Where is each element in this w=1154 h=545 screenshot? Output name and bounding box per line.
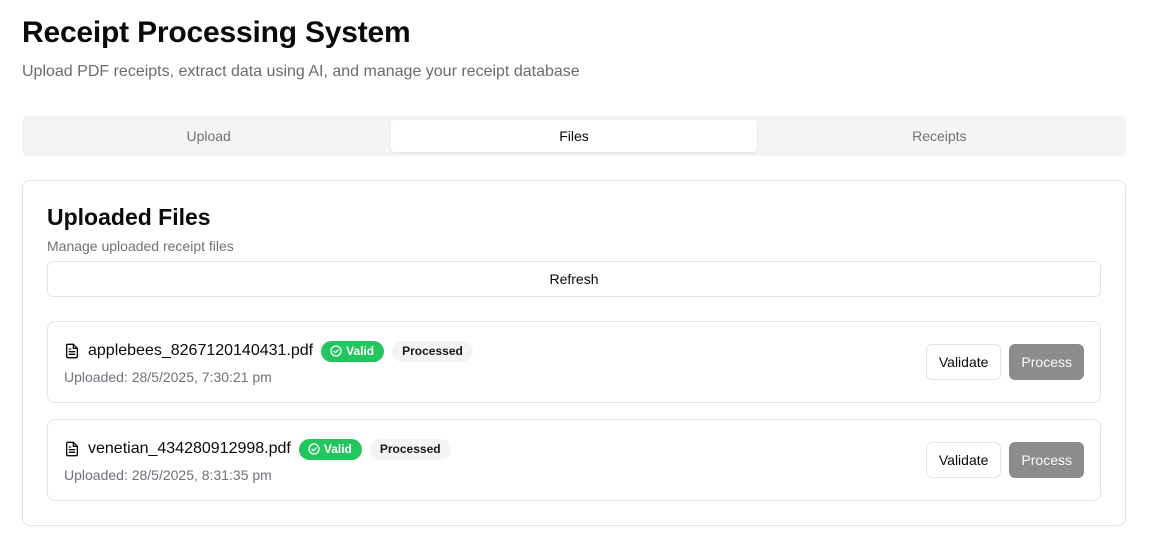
file-row: applebees_8267120140431.pdf Valid Proces…: [47, 321, 1101, 403]
status-badge: Processed: [369, 438, 451, 460]
file-name: applebees_8267120140431.pdf: [88, 342, 314, 359]
validate-button[interactable]: Validate: [925, 442, 1002, 478]
page-title: Receipt Processing System: [22, 16, 411, 49]
file-header: venetian_434280912998.pdf Valid Processe…: [64, 438, 451, 460]
valid-badge: Valid: [298, 438, 362, 460]
process-button[interactable]: Process: [1009, 442, 1084, 478]
valid-badge-label: Valid: [323, 442, 352, 456]
tab-files[interactable]: Files: [391, 120, 757, 152]
card-description: Manage uploaded receipt files: [47, 238, 234, 254]
page-subtitle: Upload PDF receipts, extract data using …: [22, 63, 580, 80]
valid-badge: Valid: [321, 340, 385, 362]
file-text-icon: [64, 441, 80, 457]
status-badge: Processed: [392, 340, 473, 362]
process-button[interactable]: Process: [1009, 344, 1084, 380]
refresh-button[interactable]: Refresh: [47, 261, 1101, 297]
upload-timestamp: Uploaded: 28/5/2025, 7:30:21 pm: [64, 369, 272, 385]
file-row: venetian_434280912998.pdf Valid Processe…: [47, 419, 1101, 501]
check-circle-icon: [308, 443, 320, 455]
file-header: applebees_8267120140431.pdf Valid Proces…: [64, 340, 473, 362]
file-actions: Validate Process: [925, 344, 1084, 380]
file-list: applebees_8267120140431.pdf Valid Proces…: [47, 321, 1101, 517]
page: Receipt Processing System Upload PDF rec…: [0, 0, 1154, 545]
uploaded-files-card: Uploaded Files Manage uploaded receipt f…: [22, 180, 1126, 526]
file-actions: Validate Process: [925, 442, 1084, 478]
check-circle-icon: [330, 345, 342, 357]
file-name: venetian_434280912998.pdf: [88, 440, 291, 457]
card-title: Uploaded Files: [47, 204, 211, 230]
valid-badge-label: Valid: [346, 344, 375, 358]
tab-receipts[interactable]: Receipts: [757, 120, 1122, 152]
validate-button[interactable]: Validate: [925, 344, 1002, 380]
tabs-list: Upload Files Receipts: [22, 116, 1126, 156]
upload-timestamp: Uploaded: 28/5/2025, 8:31:35 pm: [64, 467, 272, 483]
file-text-icon: [64, 343, 80, 359]
tab-upload[interactable]: Upload: [26, 120, 391, 152]
